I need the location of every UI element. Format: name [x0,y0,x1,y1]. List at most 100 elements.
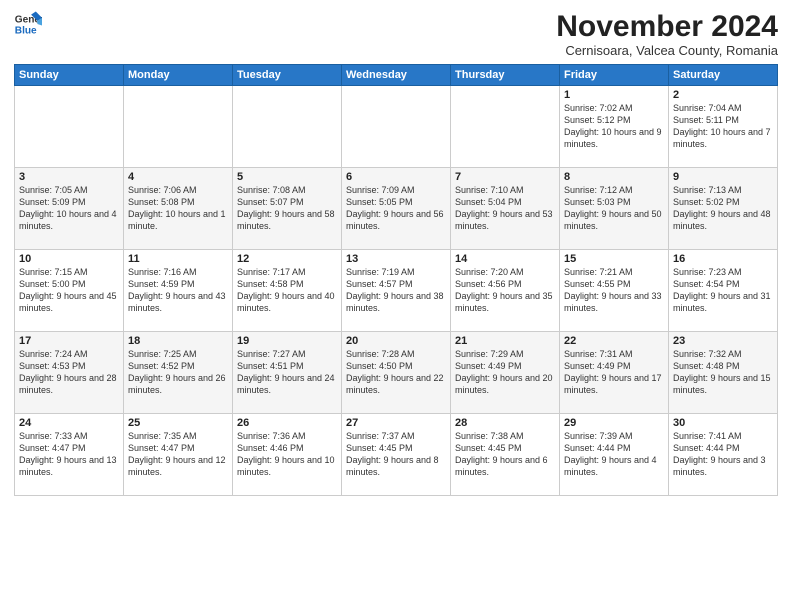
calendar-cell: 27Sunrise: 7:37 AM Sunset: 4:45 PM Dayli… [342,414,451,496]
calendar-cell: 3Sunrise: 7:05 AM Sunset: 5:09 PM Daylig… [15,168,124,250]
calendar-cell: 5Sunrise: 7:08 AM Sunset: 5:07 PM Daylig… [233,168,342,250]
calendar-cell: 17Sunrise: 7:24 AM Sunset: 4:53 PM Dayli… [15,332,124,414]
day-number: 16 [673,253,773,265]
day-info: Sunrise: 7:25 AM Sunset: 4:52 PM Dayligh… [128,348,228,397]
day-info: Sunrise: 7:04 AM Sunset: 5:11 PM Dayligh… [673,102,773,151]
day-number: 20 [346,335,446,347]
calendar-cell: 4Sunrise: 7:06 AM Sunset: 5:08 PM Daylig… [124,168,233,250]
day-number: 30 [673,417,773,429]
calendar-cell: 12Sunrise: 7:17 AM Sunset: 4:58 PM Dayli… [233,250,342,332]
calendar-cell [451,86,560,168]
calendar-cell: 1Sunrise: 7:02 AM Sunset: 5:12 PM Daylig… [560,86,669,168]
calendar-cell: 23Sunrise: 7:32 AM Sunset: 4:48 PM Dayli… [669,332,778,414]
calendar-body: 1Sunrise: 7:02 AM Sunset: 5:12 PM Daylig… [15,86,778,496]
calendar-cell: 21Sunrise: 7:29 AM Sunset: 4:49 PM Dayli… [451,332,560,414]
calendar-row-2: 10Sunrise: 7:15 AM Sunset: 5:00 PM Dayli… [15,250,778,332]
day-info: Sunrise: 7:32 AM Sunset: 4:48 PM Dayligh… [673,348,773,397]
calendar-cell: 18Sunrise: 7:25 AM Sunset: 4:52 PM Dayli… [124,332,233,414]
calendar-cell: 2Sunrise: 7:04 AM Sunset: 5:11 PM Daylig… [669,86,778,168]
calendar-cell: 16Sunrise: 7:23 AM Sunset: 4:54 PM Dayli… [669,250,778,332]
logo-icon: General Blue [14,10,42,38]
header-tuesday: Tuesday [233,65,342,86]
calendar-cell: 7Sunrise: 7:10 AM Sunset: 5:04 PM Daylig… [451,168,560,250]
day-info: Sunrise: 7:35 AM Sunset: 4:47 PM Dayligh… [128,430,228,479]
page: General Blue November 2024 Cernisoara, V… [0,0,792,612]
calendar-header: Sunday Monday Tuesday Wednesday Thursday… [15,65,778,86]
day-number: 23 [673,335,773,347]
day-number: 17 [19,335,119,347]
header-wednesday: Wednesday [342,65,451,86]
title-section: November 2024 Cernisoara, Valcea County,… [556,10,778,58]
calendar-cell [342,86,451,168]
day-number: 29 [564,417,664,429]
day-info: Sunrise: 7:06 AM Sunset: 5:08 PM Dayligh… [128,184,228,233]
day-info: Sunrise: 7:41 AM Sunset: 4:44 PM Dayligh… [673,430,773,479]
day-number: 6 [346,171,446,183]
day-number: 5 [237,171,337,183]
day-info: Sunrise: 7:28 AM Sunset: 4:50 PM Dayligh… [346,348,446,397]
calendar-cell: 8Sunrise: 7:12 AM Sunset: 5:03 PM Daylig… [560,168,669,250]
header: General Blue November 2024 Cernisoara, V… [14,10,778,58]
day-info: Sunrise: 7:24 AM Sunset: 4:53 PM Dayligh… [19,348,119,397]
header-monday: Monday [124,65,233,86]
day-number: 10 [19,253,119,265]
day-info: Sunrise: 7:05 AM Sunset: 5:09 PM Dayligh… [19,184,119,233]
day-number: 21 [455,335,555,347]
calendar-cell: 26Sunrise: 7:36 AM Sunset: 4:46 PM Dayli… [233,414,342,496]
day-number: 8 [564,171,664,183]
day-info: Sunrise: 7:36 AM Sunset: 4:46 PM Dayligh… [237,430,337,479]
day-number: 1 [564,89,664,101]
day-number: 2 [673,89,773,101]
day-info: Sunrise: 7:09 AM Sunset: 5:05 PM Dayligh… [346,184,446,233]
day-info: Sunrise: 7:12 AM Sunset: 5:03 PM Dayligh… [564,184,664,233]
day-info: Sunrise: 7:02 AM Sunset: 5:12 PM Dayligh… [564,102,664,151]
day-number: 14 [455,253,555,265]
calendar-cell: 24Sunrise: 7:33 AM Sunset: 4:47 PM Dayli… [15,414,124,496]
calendar-row-1: 3Sunrise: 7:05 AM Sunset: 5:09 PM Daylig… [15,168,778,250]
day-info: Sunrise: 7:20 AM Sunset: 4:56 PM Dayligh… [455,266,555,315]
day-number: 15 [564,253,664,265]
day-number: 4 [128,171,228,183]
day-number: 22 [564,335,664,347]
calendar-row-3: 17Sunrise: 7:24 AM Sunset: 4:53 PM Dayli… [15,332,778,414]
calendar-cell: 13Sunrise: 7:19 AM Sunset: 4:57 PM Dayli… [342,250,451,332]
header-row: Sunday Monday Tuesday Wednesday Thursday… [15,65,778,86]
calendar-cell: 29Sunrise: 7:39 AM Sunset: 4:44 PM Dayli… [560,414,669,496]
calendar-cell: 15Sunrise: 7:21 AM Sunset: 4:55 PM Dayli… [560,250,669,332]
day-number: 26 [237,417,337,429]
day-number: 19 [237,335,337,347]
day-info: Sunrise: 7:27 AM Sunset: 4:51 PM Dayligh… [237,348,337,397]
day-number: 12 [237,253,337,265]
day-number: 13 [346,253,446,265]
day-info: Sunrise: 7:08 AM Sunset: 5:07 PM Dayligh… [237,184,337,233]
day-number: 18 [128,335,228,347]
calendar-cell: 20Sunrise: 7:28 AM Sunset: 4:50 PM Dayli… [342,332,451,414]
day-info: Sunrise: 7:37 AM Sunset: 4:45 PM Dayligh… [346,430,446,479]
calendar-cell [233,86,342,168]
location: Cernisoara, Valcea County, Romania [556,43,778,58]
calendar-cell: 30Sunrise: 7:41 AM Sunset: 4:44 PM Dayli… [669,414,778,496]
month-title: November 2024 [556,10,778,43]
logo: General Blue [14,10,42,38]
day-number: 28 [455,417,555,429]
calendar-cell: 6Sunrise: 7:09 AM Sunset: 5:05 PM Daylig… [342,168,451,250]
day-number: 9 [673,171,773,183]
calendar-cell: 25Sunrise: 7:35 AM Sunset: 4:47 PM Dayli… [124,414,233,496]
day-info: Sunrise: 7:10 AM Sunset: 5:04 PM Dayligh… [455,184,555,233]
day-info: Sunrise: 7:13 AM Sunset: 5:02 PM Dayligh… [673,184,773,233]
calendar-cell: 14Sunrise: 7:20 AM Sunset: 4:56 PM Dayli… [451,250,560,332]
day-number: 27 [346,417,446,429]
calendar: Sunday Monday Tuesday Wednesday Thursday… [14,64,778,496]
calendar-cell: 11Sunrise: 7:16 AM Sunset: 4:59 PM Dayli… [124,250,233,332]
header-thursday: Thursday [451,65,560,86]
calendar-row-0: 1Sunrise: 7:02 AM Sunset: 5:12 PM Daylig… [15,86,778,168]
header-friday: Friday [560,65,669,86]
day-info: Sunrise: 7:17 AM Sunset: 4:58 PM Dayligh… [237,266,337,315]
day-info: Sunrise: 7:31 AM Sunset: 4:49 PM Dayligh… [564,348,664,397]
header-saturday: Saturday [669,65,778,86]
day-number: 11 [128,253,228,265]
day-number: 25 [128,417,228,429]
calendar-row-4: 24Sunrise: 7:33 AM Sunset: 4:47 PM Dayli… [15,414,778,496]
day-info: Sunrise: 7:16 AM Sunset: 4:59 PM Dayligh… [128,266,228,315]
calendar-cell [15,86,124,168]
